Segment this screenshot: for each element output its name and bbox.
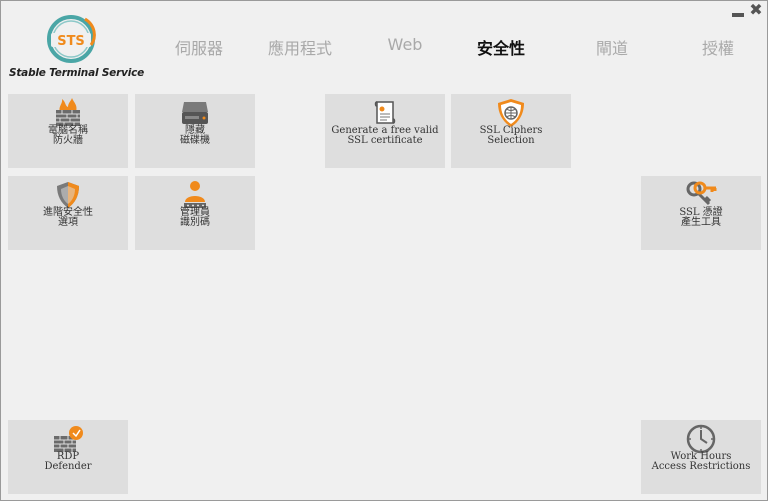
close-button[interactable]: ✖	[749, 2, 763, 19]
main-nav: 伺服器 應用程式 Web 安全性 閘道 授權	[1, 35, 767, 61]
hide-drives-tile[interactable]: 隱藏 磁碟機	[135, 94, 255, 168]
clock-icon	[686, 424, 716, 454]
rdp-defender-tile[interactable]: RDP Defender	[8, 420, 128, 494]
free-ssl-certificate-tile[interactable]: Generate a free valid SSL certificate	[325, 94, 445, 168]
hard-drive-icon	[182, 102, 208, 124]
tab-licensing[interactable]: 授權	[702, 35, 734, 59]
minimize-button[interactable]	[731, 3, 745, 19]
tab-security[interactable]: 安全性	[477, 35, 525, 59]
app-name: Stable Terminal Service	[9, 67, 145, 79]
advanced-security-label: 進階安全性 選項	[43, 207, 93, 228]
firewall-label: 電腦名稱 防火牆	[48, 125, 88, 146]
ssl-ciphers-tile[interactable]: SSL Ciphers Selection	[451, 94, 571, 168]
rdp-defender-label: RDP Defender	[44, 451, 92, 472]
ssl-certificate-generator-label: SSL 憑證 產生工具	[679, 207, 723, 228]
firewall-icon	[56, 98, 80, 126]
tab-web[interactable]: Web	[388, 35, 423, 54]
hide-drives-label: 隱藏 磁碟機	[180, 125, 210, 146]
ssl-certificate-generator-tile[interactable]: SSL 憑證 產生工具	[641, 176, 761, 250]
app-window: STS Stable Terminal Service ✖ 伺服器 應用程式 W…	[0, 0, 768, 501]
work-hours-tile[interactable]: Work Hours Access Restrictions	[641, 420, 761, 494]
tab-gateway[interactable]: 閘道	[596, 35, 628, 59]
firewall-tile[interactable]: 電腦名稱 防火牆	[8, 94, 128, 168]
free-ssl-certificate-label: Generate a free valid SSL certificate	[331, 125, 439, 146]
advanced-security-tile[interactable]: 進階安全性 選項	[8, 176, 128, 250]
keys-icon	[686, 181, 717, 206]
window-controls: ✖	[731, 2, 763, 19]
brick-wall-icon	[54, 426, 83, 452]
admin-password-tile[interactable]: 管理員 識別碼	[135, 176, 255, 250]
admin-password-label: 管理員 識別碼	[180, 207, 210, 228]
work-hours-label: Work Hours Access Restrictions	[651, 451, 751, 472]
tab-servers[interactable]: 伺服器	[175, 35, 223, 59]
admin-user-icon	[184, 181, 206, 208]
shield-icon	[57, 182, 79, 208]
ssl-ciphers-label: SSL Ciphers Selection	[479, 125, 543, 146]
tab-applications[interactable]: 應用程式	[268, 35, 332, 59]
shield-globe-icon	[498, 99, 524, 127]
certificate-icon	[374, 101, 396, 124]
